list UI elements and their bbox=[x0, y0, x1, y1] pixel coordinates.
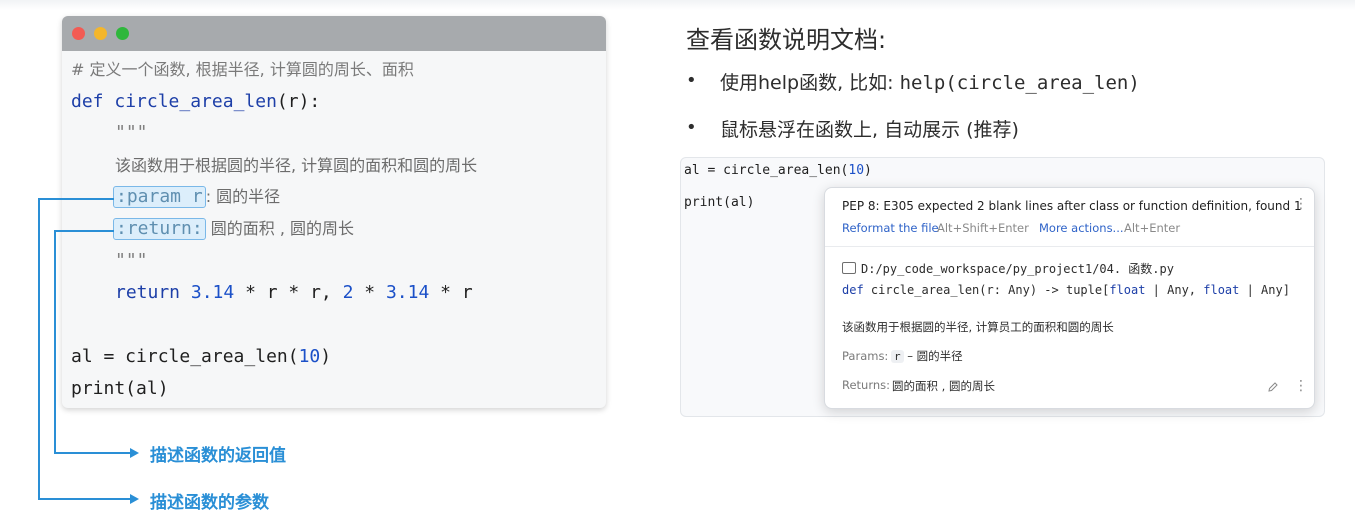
docstring-param-line: :param r: 圆的半径 bbox=[113, 186, 280, 208]
bullet-icon: • bbox=[686, 70, 697, 91]
code-comment: # 定义一个函数, 根据半径, 计算圆的周长、面积 bbox=[71, 60, 414, 79]
param-arrow-icon bbox=[130, 494, 139, 504]
return-tag: :return: bbox=[113, 218, 206, 240]
bullet-help-prefix: 使用help函数, 比如: bbox=[720, 72, 900, 94]
param-callout-label: 描述函数的参数 bbox=[150, 493, 269, 513]
ide-assign-right: ) bbox=[864, 163, 872, 178]
docstring-return-line: :return: 圆的面积 , 圆的周长 bbox=[113, 218, 354, 240]
code-def-line: def circle_area_len(r): bbox=[71, 91, 320, 113]
return-number-1: 3.14 bbox=[190, 282, 235, 303]
sig-def-keyword: def bbox=[842, 283, 864, 297]
param-connector-vertical bbox=[38, 198, 40, 500]
return-keyword: return bbox=[115, 282, 181, 303]
return-connector-top bbox=[54, 230, 114, 232]
param-tag: :param r bbox=[113, 186, 206, 208]
ide-assign-line[interactable]: al = circle_area_len(10) bbox=[684, 163, 872, 178]
window-titlebar bbox=[62, 16, 606, 51]
param-description: : 圆的半径 bbox=[205, 187, 281, 206]
params-value: r – 圆的半径 bbox=[891, 348, 963, 364]
sig-name: circle_area_len(r: Any) -> tuple[ bbox=[863, 283, 1110, 297]
return-number-2: 2 bbox=[342, 282, 354, 303]
ide-print-line[interactable]: print(al) bbox=[684, 195, 754, 210]
returns-value: 圆的面积 , 圆的周长 bbox=[892, 379, 995, 393]
function-signature: def circle_area_len(r: Any) -> tuple[flo… bbox=[842, 283, 1290, 297]
file-path: D:/py_code_workspace/py_project1/04. 函数.… bbox=[861, 262, 1174, 276]
doc-description: 该函数用于根据圆的半径, 计算员工的面积和圆的周长 bbox=[842, 320, 1114, 334]
code-assign-line: al = circle_area_len(10) bbox=[71, 346, 331, 368]
popup-divider bbox=[825, 246, 1314, 247]
sig-end: | Any] bbox=[1239, 283, 1290, 297]
reformat-file-link[interactable]: Reformat the file bbox=[842, 221, 939, 235]
ide-assign-left: al = circle_area_len( bbox=[684, 163, 849, 178]
function-name: circle_area_len bbox=[114, 91, 277, 112]
code-print-line: print(al) bbox=[71, 378, 169, 399]
minimize-dot-icon[interactable] bbox=[94, 27, 107, 40]
sig-float-1: float bbox=[1109, 283, 1146, 297]
return-number-3: 3.14 bbox=[385, 282, 430, 303]
return-description: 圆的面积 , 圆的周长 bbox=[205, 219, 355, 238]
return-callout-label: 描述函数的返回值 bbox=[150, 446, 286, 466]
return-arrow-icon bbox=[130, 448, 139, 458]
docstring-open: """ bbox=[115, 122, 148, 143]
bullet-help-code: help(circle_area_len) bbox=[899, 72, 1140, 94]
return-op-2: * bbox=[353, 282, 386, 303]
param-connector-top bbox=[38, 198, 114, 200]
top-band bbox=[0, 0, 1355, 10]
return-op-3: * r bbox=[429, 282, 473, 303]
code-return-line: return 3.14 * r * r, 2 * 3.14 * r bbox=[115, 282, 473, 304]
edit-pencil-icon[interactable] bbox=[1267, 381, 1279, 393]
assign-right: ) bbox=[320, 346, 332, 367]
close-dot-icon[interactable] bbox=[72, 27, 85, 40]
assign-number: 10 bbox=[298, 346, 321, 367]
sig-float-2: float bbox=[1203, 283, 1240, 297]
more-actions-shortcut: Alt+Enter bbox=[1124, 221, 1181, 235]
def-keyword: def bbox=[71, 91, 104, 112]
return-connector-bottom bbox=[54, 452, 130, 454]
more-options-icon[interactable]: ⋮ bbox=[1294, 196, 1308, 212]
bullet-icon: • bbox=[686, 117, 697, 138]
ide-assign-number: 10 bbox=[848, 163, 865, 178]
quick-doc-popup[interactable]: PEP 8: E305 expected 2 blank lines after… bbox=[824, 187, 1315, 409]
sig-mid: | Any, bbox=[1145, 283, 1204, 297]
bullet-hover: 鼠标悬浮在函数上, 自动展示 (推荐) bbox=[720, 119, 1019, 141]
pep8-warning: PEP 8: E305 expected 2 blank lines after… bbox=[842, 199, 1302, 213]
folder-icon bbox=[842, 262, 856, 274]
param-code-chip: r bbox=[891, 350, 904, 363]
params-label: Params: bbox=[842, 349, 889, 363]
page-heading: 查看函数说明文档: bbox=[686, 26, 887, 54]
docstring-description: 该函数用于根据圆的半径, 计算圆的面积和圆的周长 bbox=[115, 156, 478, 175]
bullet-help: 使用help函数, 比如: help(circle_area_len) bbox=[720, 68, 1140, 95]
return-op-1: * r * r, bbox=[234, 282, 343, 303]
doc-more-options-icon[interactable]: ⋮ bbox=[1294, 378, 1308, 394]
docstring-close: """ bbox=[115, 250, 148, 271]
assign-left: al = circle_area_len( bbox=[71, 346, 299, 367]
code-window: # 定义一个函数, 根据半径, 计算圆的周长、面积 def circle_are… bbox=[62, 16, 606, 408]
returns-label: Returns: bbox=[842, 378, 891, 392]
maximize-dot-icon[interactable] bbox=[116, 27, 129, 40]
return-connector-vertical bbox=[54, 230, 56, 454]
reformat-shortcut: Alt+Shift+Enter bbox=[937, 221, 1029, 235]
def-signature: (r): bbox=[276, 91, 321, 112]
param-connector-bottom bbox=[38, 498, 130, 500]
more-actions-link[interactable]: More actions... bbox=[1039, 221, 1124, 235]
param-desc: – 圆的半径 bbox=[903, 349, 963, 363]
